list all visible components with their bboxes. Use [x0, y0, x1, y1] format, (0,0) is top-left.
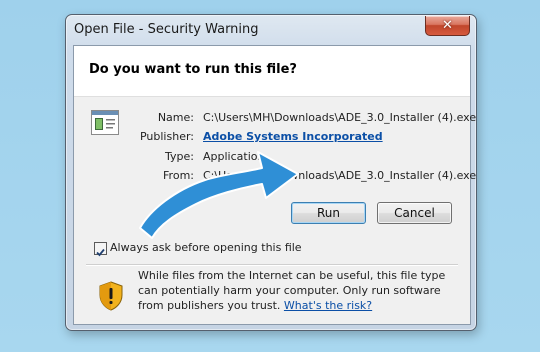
security-warning-dialog: Open File - Security Warning ✕ Do you wa…	[65, 14, 477, 331]
publisher-label: Publisher:	[139, 130, 194, 143]
dialog-client-area: Do you want to run this file? Name: C:\U…	[73, 45, 476, 325]
always-ask-label[interactable]: Always ask before opening this file	[110, 241, 302, 254]
cancel-button[interactable]: Cancel	[377, 202, 452, 224]
warning-message: While files from the Internet can be use…	[138, 268, 458, 313]
title-bar[interactable]: Open File - Security Warning ✕	[66, 15, 476, 43]
publisher-link[interactable]: Adobe Systems Incorporated	[203, 130, 383, 143]
type-value: Application	[203, 150, 265, 163]
name-label: Name:	[157, 111, 194, 124]
dialog-question: Do you want to run this file?	[89, 62, 297, 77]
run-button[interactable]: Run	[291, 202, 366, 224]
checkmark-icon	[96, 248, 105, 257]
shield-icon	[99, 281, 123, 311]
from-label: From:	[163, 169, 194, 182]
name-value: C:\Users\MH\Downloads\ADE_3.0_Installer …	[203, 111, 477, 124]
question-header: Do you want to run this file?	[74, 46, 470, 97]
file-icon	[91, 110, 119, 135]
whats-the-risk-link[interactable]: What's the risk?	[284, 299, 372, 312]
always-ask-checkbox[interactable]	[94, 242, 107, 257]
window-title: Open File - Security Warning	[74, 22, 259, 37]
divider	[86, 264, 458, 266]
close-button[interactable]: ✕	[425, 16, 470, 36]
from-value: C:\Users\MH\Downloads\ADE_3.0_Installer …	[203, 169, 477, 182]
close-icon: ✕	[442, 18, 453, 33]
type-label: Type:	[165, 150, 194, 163]
